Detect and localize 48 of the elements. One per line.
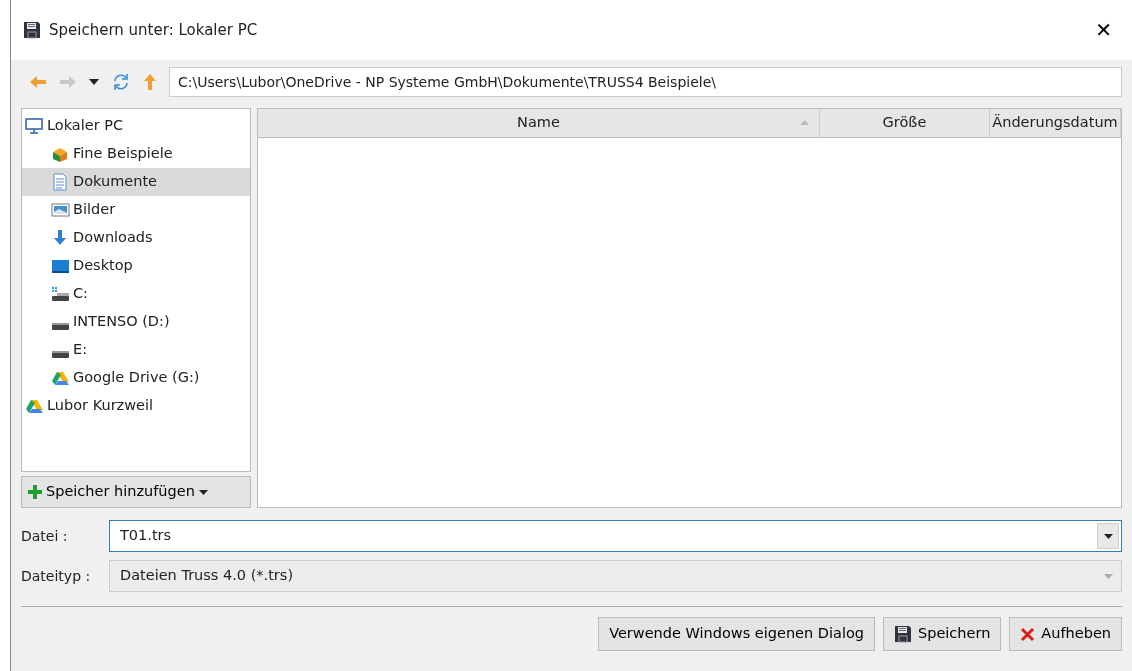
- caret-icon: [198, 489, 208, 495]
- cube-icon: [51, 145, 70, 163]
- history-dropdown-button[interactable]: [89, 79, 99, 85]
- drive-icon: [51, 285, 70, 303]
- folder-tree-item[interactable]: C:: [22, 280, 250, 308]
- folder-tree-item[interactable]: Google Drive (G:): [22, 364, 250, 392]
- column-header[interactable]: Änderungsdatum: [990, 109, 1121, 137]
- left-arrow-icon: [29, 74, 47, 90]
- field-label: Dateityp :: [21, 566, 92, 586]
- triangle-logo-icon: [51, 369, 70, 387]
- close-icon: [1020, 626, 1036, 642]
- up-button[interactable]: [143, 73, 157, 91]
- refresh-icon: [111, 72, 131, 92]
- up-arrow-icon: [143, 73, 157, 91]
- column-header[interactable]: Größe: [820, 109, 990, 137]
- plus-icon: [28, 485, 42, 499]
- refresh-button[interactable]: [111, 72, 131, 92]
- column-header[interactable]: Name: [258, 109, 820, 137]
- folder-tree-item[interactable]: E:: [22, 336, 250, 364]
- folder-tree-item[interactable]: Fine Beispiele: [22, 140, 250, 168]
- caret-icon: [1103, 573, 1113, 579]
- field-label: Datei :: [21, 526, 69, 546]
- window-title: Speichern unter: Lokaler PC: [49, 19, 258, 41]
- drive-icon: [51, 322, 70, 331]
- right-arrow-icon: [59, 74, 77, 90]
- save-button[interactable]: Speichern: [883, 617, 1002, 651]
- picture-icon: [51, 201, 70, 219]
- back-button[interactable]: [29, 74, 47, 90]
- folder-tree-item[interactable]: Desktop: [22, 252, 250, 280]
- caret-icon: [89, 79, 99, 85]
- folder-tree-item[interactable]: Bilder: [22, 196, 250, 224]
- folder-tree-item[interactable]: Lokaler PC: [22, 112, 250, 140]
- drive-icon: [51, 350, 70, 359]
- folder-tree-item[interactable]: Lubor Kurzweil: [22, 392, 250, 420]
- computer-icon: [25, 117, 44, 135]
- path-field[interactable]: C:\Users\Lubor\OneDrive - NP Systeme GmbH\Dokumente\TRUSS4 Beispiele\: [169, 67, 1122, 97]
- file-name-combobox[interactable]: T01.trs: [109, 520, 1122, 552]
- add-storage-button[interactable]: Speicher hinzufügen: [21, 476, 251, 508]
- triangle-logo-icon: [25, 397, 44, 415]
- close-button[interactable]: ✕: [1087, 15, 1120, 45]
- native-dialog-button[interactable]: Verwende Windows eigenen Dialog: [598, 617, 875, 651]
- caret-icon: [1103, 533, 1113, 539]
- folder-tree-item[interactable]: INTENSO (D:): [22, 308, 250, 336]
- desktop-icon: [51, 257, 70, 275]
- cancel-button[interactable]: Aufheben: [1009, 617, 1122, 651]
- folder-tree-item[interactable]: Dokumente: [22, 168, 250, 196]
- folder-tree-item[interactable]: Downloads: [22, 224, 250, 252]
- document-icon: [51, 173, 70, 191]
